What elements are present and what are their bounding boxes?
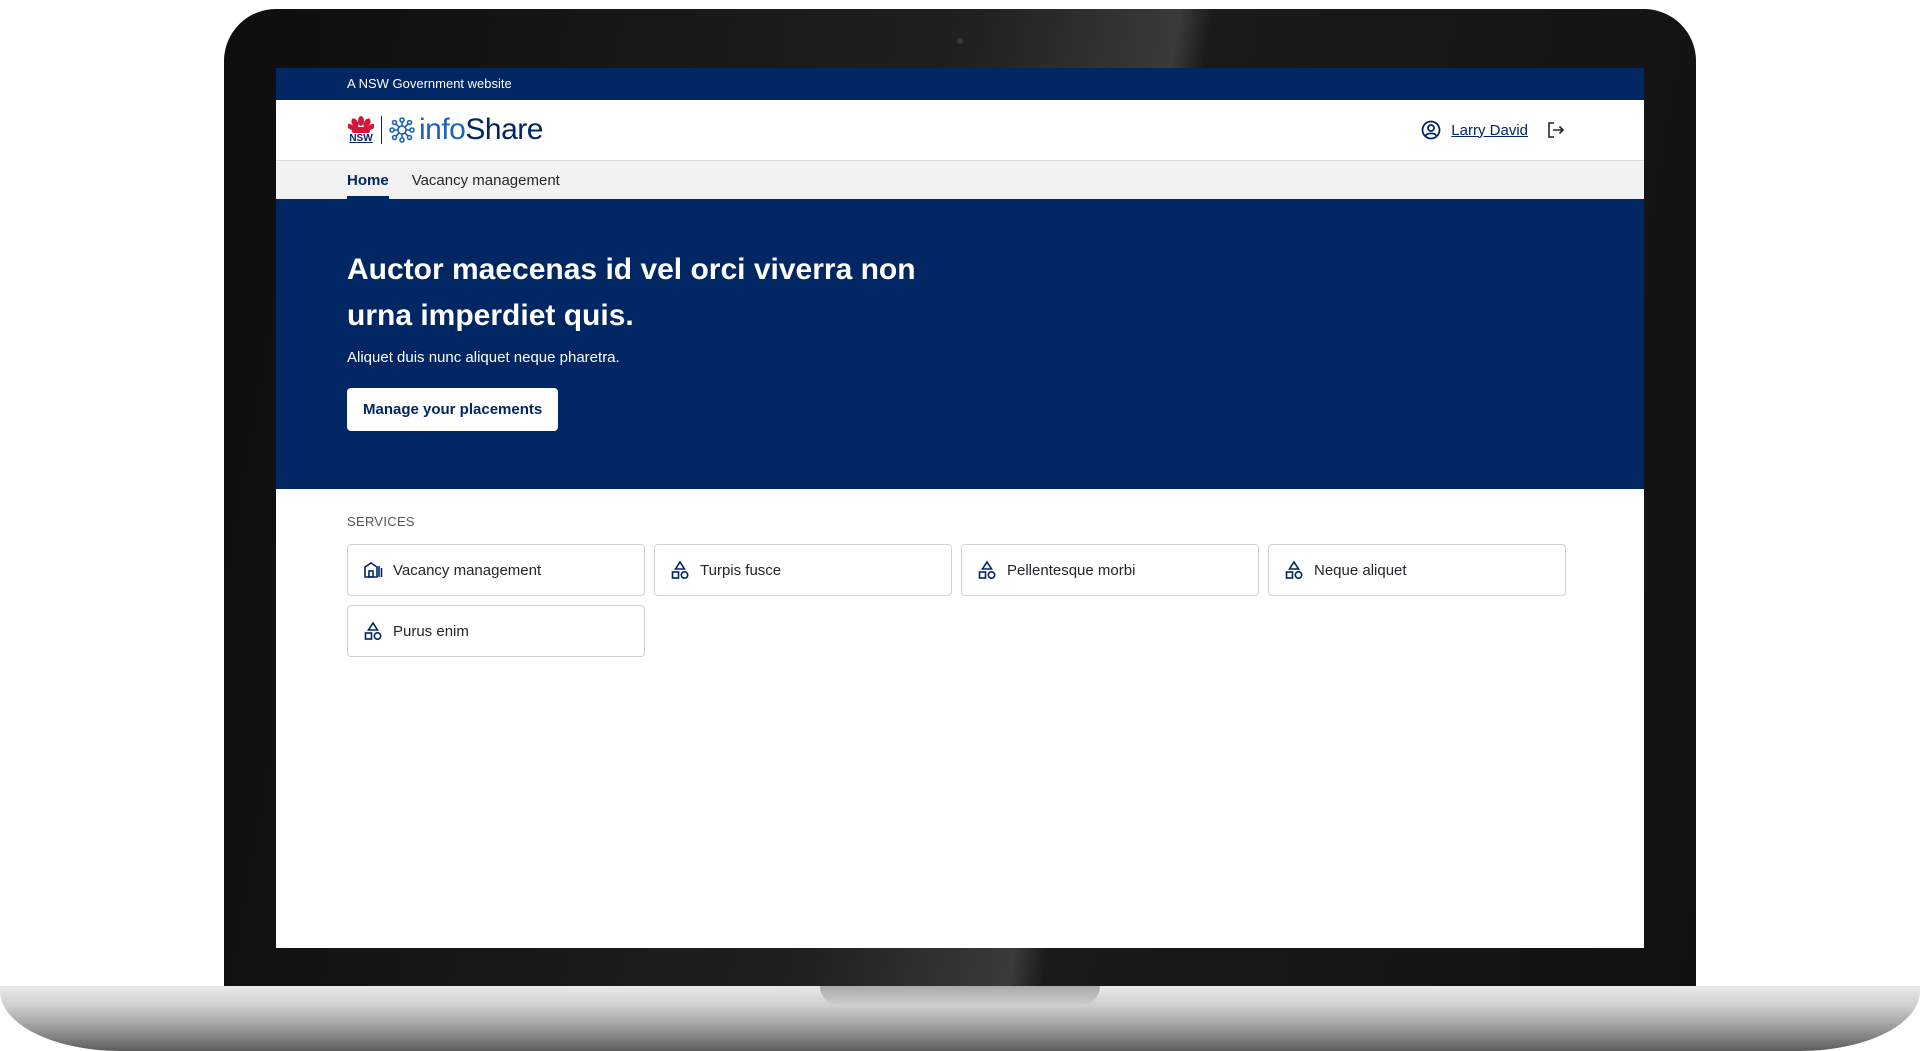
shapes-icon bbox=[364, 621, 382, 641]
nav-item-home[interactable]: Home bbox=[347, 161, 389, 199]
nav-item-vacancy-management[interactable]: Vacancy management bbox=[412, 161, 560, 199]
shapes-icon bbox=[978, 560, 996, 580]
service-card-neque-aliquet[interactable]: Neque aliquet bbox=[1268, 544, 1566, 596]
services-label: SERVICES bbox=[347, 514, 415, 529]
brand-name-prefix: info bbox=[419, 113, 466, 146]
service-card-label: Turpis fusce bbox=[700, 561, 782, 579]
service-card-label: Vacancy management bbox=[393, 561, 542, 579]
service-card-pellentesque-morbi[interactable]: Pellentesque morbi bbox=[961, 544, 1259, 596]
logout-icon[interactable] bbox=[1546, 120, 1566, 140]
hero-subtitle: Aliquet duis nunc aliquet neque pharetra… bbox=[347, 349, 620, 366]
service-card-label: Pellentesque morbi bbox=[1007, 561, 1136, 579]
hero-banner: Auctor maecenas id vel orci viverra non … bbox=[276, 199, 1644, 489]
main-nav: Home Vacancy management bbox=[276, 161, 1644, 199]
shapes-icon bbox=[1285, 560, 1303, 580]
hero-title: Auctor maecenas id vel orci viverra non … bbox=[347, 253, 916, 332]
building-icon bbox=[364, 562, 383, 578]
shapes-icon bbox=[671, 560, 689, 580]
service-card-label: Neque aliquet bbox=[1314, 561, 1407, 579]
user-circle-icon bbox=[1421, 120, 1441, 140]
manage-placements-button[interactable]: Manage your placements bbox=[347, 388, 559, 431]
service-card-label: Purus enim bbox=[393, 622, 469, 640]
service-card-purus-enim[interactable]: Purus enim bbox=[347, 605, 645, 657]
service-card-turpis-fusce[interactable]: Turpis fusce bbox=[654, 544, 952, 596]
laptop-notch bbox=[820, 986, 1100, 1006]
services-section: SERVICES Vacancy management Turpis fusce… bbox=[276, 489, 1644, 657]
nsw-logo: NSW bbox=[347, 116, 375, 144]
masthead-text: A NSW Government website bbox=[347, 76, 512, 91]
network-icon bbox=[389, 117, 415, 143]
service-card-vacancy-management[interactable]: Vacancy management bbox=[347, 544, 645, 596]
logo-divider bbox=[381, 116, 382, 144]
user-area: Larry David bbox=[1421, 120, 1566, 140]
header: NSW infoShare Larry David bbox=[276, 100, 1644, 161]
government-masthead: A NSW Government website bbox=[276, 68, 1644, 100]
brand-name-suffix: Share bbox=[465, 113, 543, 146]
screen: A NSW Government website NSW infoShare L… bbox=[276, 68, 1644, 948]
nsw-text: NSW bbox=[349, 133, 373, 144]
logo[interactable]: NSW infoShare bbox=[347, 115, 543, 145]
waratah-icon bbox=[348, 116, 374, 133]
camera bbox=[957, 38, 963, 44]
services-grid: Vacancy management Turpis fusce Pellente… bbox=[347, 544, 1644, 657]
brand-name: infoShare bbox=[419, 115, 543, 145]
user-name-link[interactable]: Larry David bbox=[1451, 122, 1528, 139]
